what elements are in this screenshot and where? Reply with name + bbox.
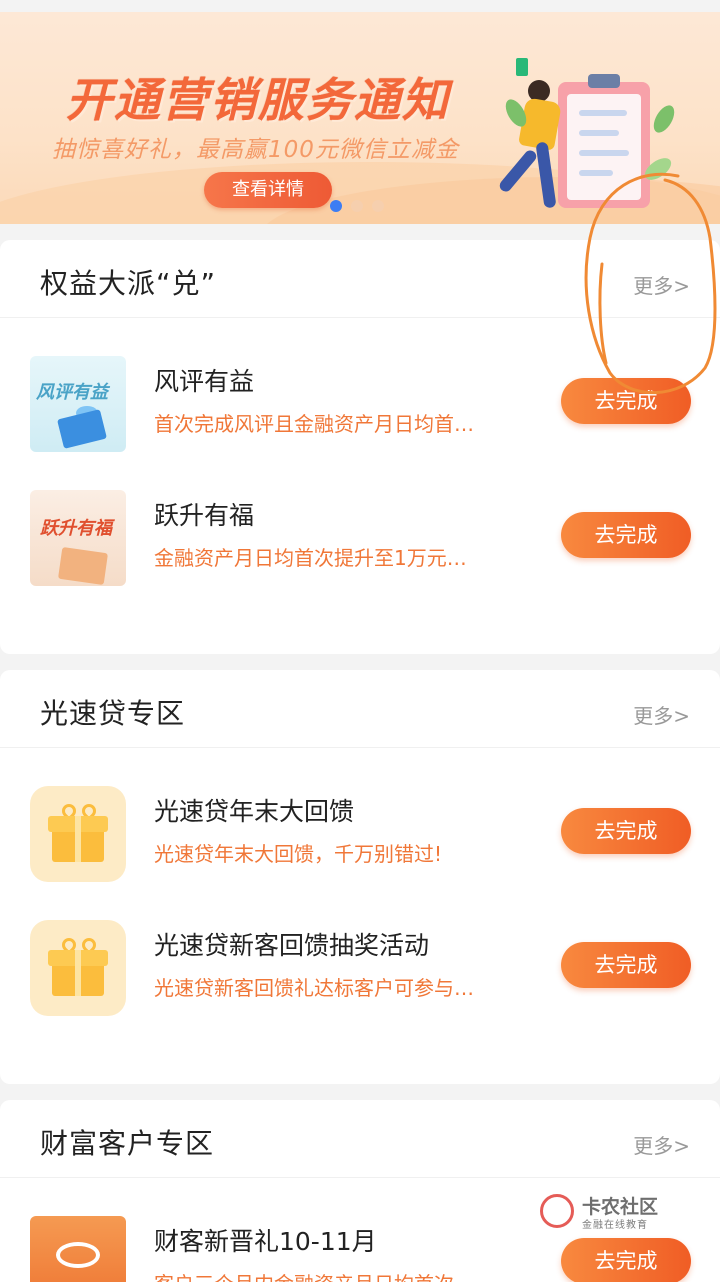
section-title: 权益大派“兑” [40,267,217,300]
watermark-name: 卡农社区 [582,1196,659,1218]
complete-button[interactable]: 去完成 [561,1238,691,1282]
bow-icon [56,1242,100,1268]
gift-icon [30,786,126,882]
item-thumbnail: 跃升有福 [30,490,126,586]
item-title: 财客新晋礼10-11月 [154,1227,377,1256]
more-link[interactable]: 更多> [633,1130,690,1159]
list-item[interactable]: 风评有益 风评有益 首次完成风评且金融资产月日均首… 去完成 [0,356,720,456]
carousel-indicator [330,200,384,212]
carousel-dot [372,200,384,212]
carousel-dot-active [330,200,342,212]
phone-illustration [516,58,528,76]
promo-banner[interactable]: 开通营销服务通知 抽惊喜好礼，最高赢100元微信立减金 查看详情 [0,12,720,224]
item-description: 光速贷新客回馈礼达标客户可参与… [154,976,474,1000]
gift-icon [30,920,126,1016]
list-item[interactable]: 跃升有福 跃升有福 金融资产月日均首次提升至1万元… 去完成 [0,490,720,590]
section-header: 财富客户专区 更多> [0,1100,720,1178]
item-thumbnail: 风评有益 [30,356,126,452]
section-wealth: 财富客户专区 更多> 财客新晋礼10-11月 客户三个月内金融资产月日均首次 去… [0,1100,720,1282]
complete-button[interactable]: 去完成 [561,378,691,424]
item-description: 客户三个月内金融资产月日均首次 [154,1268,534,1282]
item-description: 首次完成风评且金融资产月日均首… [154,412,474,436]
item-description: 光速贷年末大回馈，千万别错过! [154,842,443,866]
item-title: 风评有益 [154,367,255,396]
item-title: 跃升有福 [154,501,255,530]
watermark: 卡农社区 金融在线教育 [532,1186,670,1236]
banner-details-button[interactable]: 查看详情 [204,172,332,208]
list-item[interactable]: 光速贷新客回馈抽奖活动 光速贷新客回馈礼达标客户可参与… 去完成 [0,920,720,1020]
complete-button[interactable]: 去完成 [561,808,691,854]
thumbnail-text: 跃升有福 [40,518,112,539]
section-header: 光速贷专区 更多> [0,670,720,748]
item-title: 光速贷新客回馈抽奖活动 [154,931,430,960]
watermark-logo-icon [532,1186,582,1236]
watermark-tagline: 金融在线教育 [582,1220,648,1231]
section-title: 财富客户专区 [40,1127,215,1160]
screen: 开通营销服务通知 抽惊喜好礼，最高赢100元微信立减金 查看详情 权益大派“兑”… [0,0,720,1282]
complete-button[interactable]: 去完成 [561,942,691,988]
leaf-decoration [649,102,679,136]
list-item[interactable]: 光速贷年末大回馈 光速贷年末大回馈，千万别错过! 去完成 [0,786,720,886]
more-link[interactable]: 更多> [633,700,690,729]
thumbnail-text: 风评有益 [36,382,108,403]
item-title: 光速贷年末大回馈 [154,797,355,826]
gift-icon [57,546,109,586]
complete-button[interactable]: 去完成 [561,512,691,558]
item-thumbnail [30,1216,126,1282]
section-benefits: 权益大派“兑” 更多> 风评有益 风评有益 首次完成风评且金融资产月日均首… 去… [0,240,720,654]
clipboard-illustration [558,74,650,208]
more-link[interactable]: 更多> [633,270,690,299]
item-description: 金融资产月日均首次提升至1万元… [154,546,467,570]
banner-subtitle: 抽惊喜好礼，最高赢100元微信立减金 [52,137,459,163]
section-header: 权益大派“兑” 更多> [0,240,720,318]
section-loan: 光速贷专区 更多> 光速贷年末大回馈 光速贷年末大回馈，千万别错过! 去完成 光… [0,670,720,1084]
section-title: 光速贷专区 [40,697,186,730]
carousel-dot [351,200,363,212]
banner-title: 开通营销服务通知 [66,73,450,127]
